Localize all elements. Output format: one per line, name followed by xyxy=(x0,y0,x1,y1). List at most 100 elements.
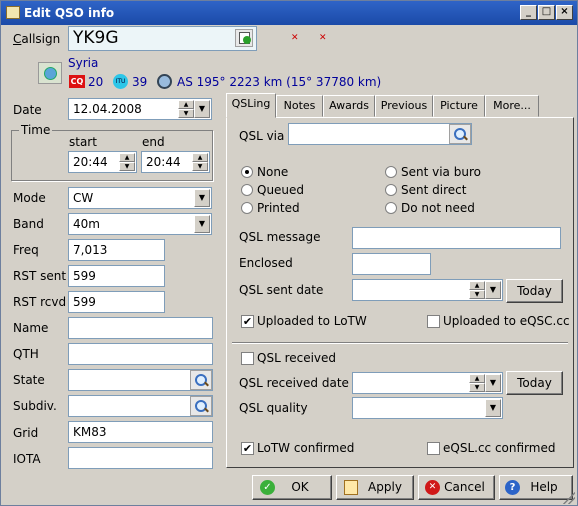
radio-none[interactable] xyxy=(241,166,253,178)
enclosed-input[interactable] xyxy=(352,253,431,275)
qsl-received-date-input[interactable]: ▲ ▼ ▼ xyxy=(352,372,503,394)
qsl-sent-date-label: QSL sent date xyxy=(239,283,324,297)
tab-qsling[interactable]: QSLing xyxy=(226,93,276,118)
tab-notes[interactable]: Notes xyxy=(276,95,323,117)
clear-icon[interactable]: ✕ xyxy=(291,32,305,44)
radio-queued[interactable] xyxy=(241,184,253,196)
grid-label: Grid xyxy=(13,426,39,440)
callsign-input[interactable]: YK9G xyxy=(68,26,257,51)
subdiv-search-icon[interactable] xyxy=(190,396,212,416)
callsign-label: Callsign xyxy=(13,32,61,46)
bearing-info: AS 195° 2223 km (15° 37780 km) xyxy=(177,75,382,89)
eqsl-confirmed-checkbox[interactable] xyxy=(427,442,440,455)
lotw-confirmed-checkbox[interactable]: ✔ xyxy=(241,442,254,455)
maximize-button[interactable]: □ xyxy=(538,5,555,20)
help-button-label: Help xyxy=(530,480,558,494)
qsl-received-date-label: QSL received date xyxy=(239,376,349,390)
time-end-input[interactable]: 20:44 ▲ ▼ xyxy=(141,151,210,173)
date-input[interactable]: 12.04.2008 ▲ ▼ ▼ xyxy=(68,98,212,120)
compass-icon xyxy=(157,74,172,89)
iota-input[interactable] xyxy=(68,447,213,469)
tab-picture[interactable]: Picture xyxy=(433,95,485,117)
qsl-received-checkbox[interactable] xyxy=(241,352,254,365)
band-select[interactable]: 40m ▼ xyxy=(68,213,212,235)
qsl-received-label: QSL received xyxy=(257,351,337,365)
tab-more[interactable]: More... xyxy=(485,95,539,117)
radio-sent-direct[interactable] xyxy=(385,184,397,196)
mode-label: Mode xyxy=(13,191,46,205)
qsl-quality-select[interactable]: ▼ xyxy=(352,397,503,419)
date-spinner[interactable]: ▲ ▼ xyxy=(178,100,194,118)
qsl-message-input[interactable] xyxy=(352,227,561,249)
qsl-sent-date-input[interactable]: ▲ ▼ ▼ xyxy=(352,279,503,301)
ok-button-label: OK xyxy=(291,480,309,494)
cq-zone-icon: CQ xyxy=(69,75,85,88)
rst-sent-input[interactable]: 599 xyxy=(68,265,165,287)
band-label: Band xyxy=(13,217,44,231)
name-input[interactable] xyxy=(68,317,213,339)
qsl-sent-today-button[interactable]: Today xyxy=(506,279,563,303)
name-label: Name xyxy=(13,321,49,335)
radio-queued-label: Queued xyxy=(257,183,305,197)
country-name: Syria xyxy=(68,56,99,70)
band-dropdown-arrow[interactable]: ▼ xyxy=(194,215,210,233)
resize-grip[interactable] xyxy=(563,492,575,504)
qsl-quality-label: QSL quality xyxy=(239,401,308,415)
qsl-received-date-dropdown-arrow[interactable]: ▼ xyxy=(485,374,501,392)
time-start-spinner[interactable]: ▲ ▼ xyxy=(119,153,135,171)
qth-label: QTH xyxy=(13,347,39,361)
date-dropdown-arrow[interactable]: ▼ xyxy=(194,100,210,118)
qsl-sent-date-dropdown-arrow[interactable]: ▼ xyxy=(485,281,501,299)
freq-label: Freq xyxy=(13,243,39,257)
lotw-confirmed-label: LoTW confirmed xyxy=(257,441,355,455)
help-button[interactable]: ? Help xyxy=(499,475,573,500)
qsl-received-date-spinner[interactable]: ▲ ▼ xyxy=(469,374,485,392)
apply-button[interactable]: Apply xyxy=(336,475,414,500)
cancel-button[interactable]: ✕ Cancel xyxy=(418,475,495,500)
close-button[interactable]: × xyxy=(556,5,573,20)
radio-sent-via-buro[interactable] xyxy=(385,166,397,178)
help-icon: ? xyxy=(505,480,520,495)
date-label: Date xyxy=(13,103,42,117)
rst-rcvd-input[interactable]: 599 xyxy=(68,291,165,313)
rst-rcvd-label: RST rcvd xyxy=(13,295,67,309)
tab-previous[interactable]: Previous xyxy=(375,95,433,117)
uploaded-eqsl-checkbox[interactable] xyxy=(427,315,440,328)
itu-zone-value: 39 xyxy=(132,75,148,89)
radio-do-not-need[interactable] xyxy=(385,202,397,214)
time-group-label: Time xyxy=(19,123,53,137)
mode-dropdown-arrow[interactable]: ▼ xyxy=(194,189,210,207)
window-title: Edit QSO info xyxy=(24,6,115,20)
time-start-input[interactable]: 20:44 ▲ ▼ xyxy=(68,151,137,173)
app-icon xyxy=(6,6,20,19)
uploaded-lotw-checkbox[interactable]: ✔ xyxy=(241,315,254,328)
time-end-spinner[interactable]: ▲ ▼ xyxy=(192,153,208,171)
mode-select[interactable]: CW ▼ xyxy=(68,187,212,209)
grid-input[interactable]: KM83 xyxy=(68,421,213,443)
title-bar[interactable]: Edit QSO info _ □ × xyxy=(1,1,577,25)
rst-sent-label: RST sent xyxy=(13,269,67,283)
qsl-via-input[interactable] xyxy=(288,123,472,145)
freq-input[interactable]: 7,013 xyxy=(68,239,165,261)
qsl-message-label: QSL message xyxy=(239,230,321,244)
delete-icon[interactable]: ✕ xyxy=(319,32,333,44)
ok-button[interactable]: ✓ OK xyxy=(252,475,332,500)
callsign-lookup-icon[interactable] xyxy=(235,29,253,47)
radio-sent-direct-label: Sent direct xyxy=(401,183,467,197)
qth-input[interactable] xyxy=(68,343,213,365)
qsl-sent-date-spinner[interactable]: ▲ ▼ xyxy=(469,281,485,299)
subdiv-label: Subdiv. xyxy=(13,399,57,413)
tab-awards[interactable]: Awards xyxy=(323,95,375,117)
separator xyxy=(232,342,568,344)
radio-printed[interactable] xyxy=(241,202,253,214)
qsl-via-search-icon[interactable] xyxy=(449,124,471,144)
minimize-button[interactable]: _ xyxy=(520,5,537,20)
cancel-icon: ✕ xyxy=(425,480,440,495)
apply-icon xyxy=(344,480,358,495)
qsl-received-today-button[interactable]: Today xyxy=(506,371,563,395)
state-search-icon[interactable] xyxy=(190,370,212,390)
uploaded-lotw-label: Uploaded to LoTW xyxy=(257,314,367,328)
qsl-quality-dropdown-arrow[interactable]: ▼ xyxy=(485,399,501,417)
globe-icon[interactable] xyxy=(38,62,62,84)
state-label: State xyxy=(13,373,45,387)
